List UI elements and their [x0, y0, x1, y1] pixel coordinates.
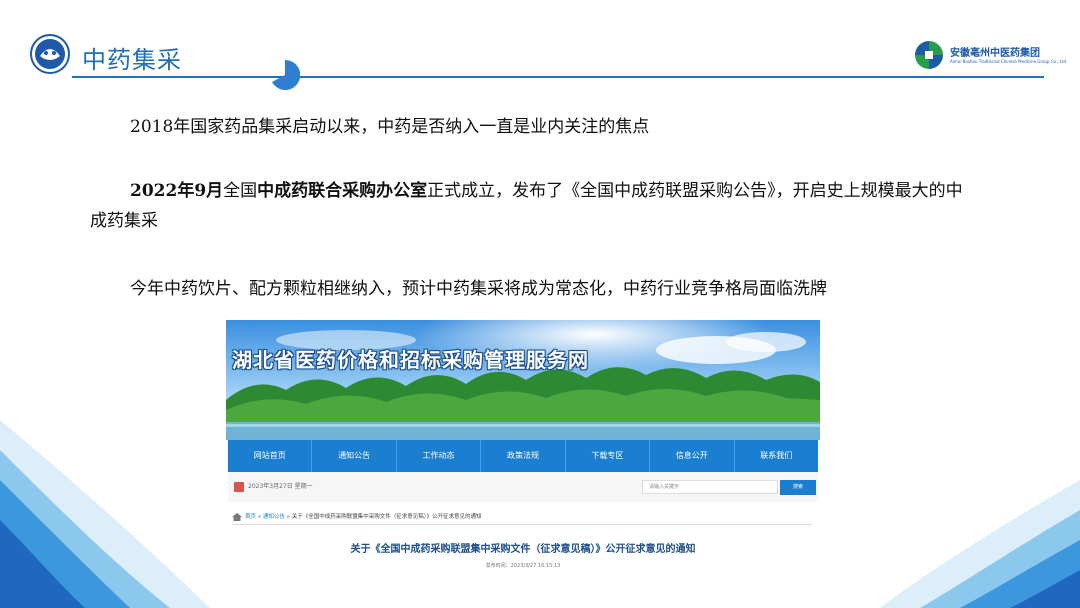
nav-item-notices[interactable]: 通知公告	[312, 440, 397, 472]
page-title: 中药集采	[82, 46, 182, 74]
info-bar: 2023年3月27日 星期一 请输入关键字 搜索	[228, 472, 818, 502]
breadcrumb-separator: »	[256, 514, 263, 520]
site-banner-title: 湖北省医药价格和招标采购管理服务网	[232, 348, 589, 372]
brand-mark-icon	[915, 41, 943, 69]
breadcrumb-current: 关于《全国中成药采购联盟集中采购文件（征求意见稿）》公开征求意见的通知	[291, 514, 482, 520]
brand-logo: 安徽亳州中医药集团 Anhui Bozhou Traditional Chine…	[914, 40, 1066, 70]
paragraph-2: 2022年9月全国中成药联合采购办公室正式成立，发布了《全国中成药联盟采购公告》…	[90, 176, 970, 236]
header-decoration-icon	[272, 60, 300, 90]
calendar-icon	[234, 482, 244, 492]
nav-item-downloads[interactable]: 下载专区	[566, 440, 651, 472]
nav-item-policies[interactable]: 政策法规	[481, 440, 566, 472]
nav-item-contact[interactable]: 联系我们	[735, 440, 818, 472]
notice-publish-time: 发布时间：2023/3/27 16:15:13	[485, 563, 561, 569]
breadcrumb-home-link[interactable]: 首页	[245, 514, 256, 520]
nav-item-home[interactable]: 网站首页	[228, 440, 313, 472]
brand-name: 安徽亳州中医药集团	[950, 48, 1040, 59]
paragraph-1: 2018年国家药品集采启动以来，中药是否纳入一直是业内关注的焦点	[130, 117, 650, 137]
home-icon	[232, 512, 242, 521]
breadcrumb-separator: »	[284, 514, 292, 520]
company-logo-icon	[30, 34, 70, 74]
paragraph-3: 今年中药饮片、配方颗粒相继纳入，预计中药集采将成为常态化，中药行业竞争格局面临洗…	[130, 279, 827, 299]
notice-title: 关于《全国中成药采购联盟集中采购文件（征求意见稿）》公开征求意见的通知	[350, 544, 696, 555]
paragraph-2-office: 中成药联合采购办公室	[257, 181, 428, 201]
nav-item-disclosure[interactable]: 信息公开	[650, 440, 735, 472]
brand-name-english: Anhui Bozhou Traditional Chinese Medicin…	[950, 59, 1067, 64]
breadcrumb: 首页 » 通知公告 » 关于《全国中成药采购联盟集中采购文件（征求意见稿）》公开…	[232, 510, 812, 525]
breadcrumb-notice-link[interactable]: 通知公告	[263, 514, 285, 520]
header-divider	[72, 76, 1044, 78]
nav-item-work-news[interactable]: 工作动态	[397, 440, 482, 472]
paragraph-2-text-a: 全国	[223, 181, 258, 201]
banner-landscape-image	[226, 320, 820, 440]
site-nav: 网站首页 通知公告 工作动态 政策法规 下载专区 信息公开 联系我们	[228, 440, 818, 472]
website-screenshot: 湖北省医药价格和招标采购管理服务网 网站首页 通知公告 工作动态 政策法规 下载…	[226, 320, 820, 576]
paragraph-2-year: 2022年9月	[130, 181, 224, 201]
current-date: 2023年3月27日 星期一	[248, 483, 313, 490]
search-input[interactable]: 请输入关键字	[642, 480, 778, 494]
slide: 中药集采 安徽亳州中医药集团 Anhui Bozhou Traditional …	[0, 0, 1080, 608]
search-button[interactable]: 搜索	[780, 480, 816, 495]
